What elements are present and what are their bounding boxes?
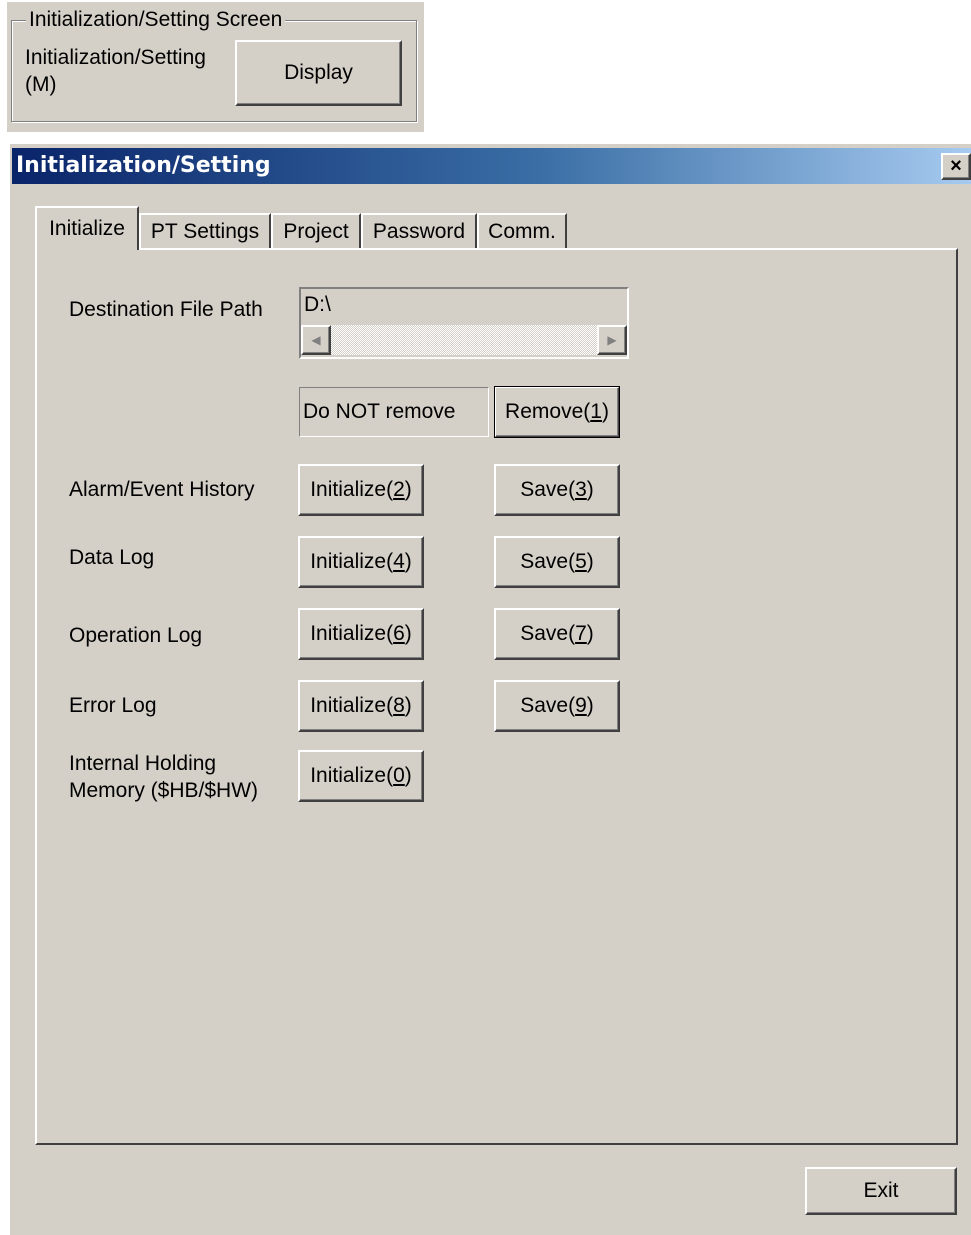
button-end: ) [404, 694, 412, 717]
tab-comm[interactable]: Comm. [477, 213, 567, 248]
save-data-log-button[interactable]: Save(5) [494, 536, 620, 588]
arrow-right-icon: ▶ [607, 333, 617, 347]
close-button[interactable]: × [941, 153, 971, 180]
tab-password[interactable]: Password [361, 213, 477, 248]
remove-button[interactable]: Remove(1) [494, 386, 620, 438]
button-end: ) [404, 550, 412, 573]
destination-file-path-label: Destination File Path [69, 298, 263, 321]
dialog-title: Initialization/Setting [16, 153, 271, 178]
button-end: ) [404, 764, 412, 787]
error-log-label: Error Log [69, 694, 157, 717]
scroll-right-button[interactable]: ▶ [597, 325, 627, 355]
operation-log-label: Operation Log [69, 624, 203, 647]
button-end: ) [586, 478, 594, 501]
remove-button-key: 1 [590, 400, 602, 423]
button-key: 0 [393, 764, 405, 787]
initialize-data-log-button[interactable]: Initialize(4) [298, 536, 424, 588]
button-key: 5 [575, 550, 587, 573]
button-end: ) [586, 622, 594, 645]
remove-button-label: Remove( [505, 400, 591, 423]
button-key: 7 [575, 622, 587, 645]
internal-holding-label-2: Memory ($HB/$HW) [69, 779, 259, 802]
group-title: Initialization/Setting Screen [26, 8, 286, 32]
button-end: ) [404, 622, 412, 645]
internal-holding-label: Internal Holding [69, 752, 217, 775]
button-label: Initialize( [310, 764, 394, 787]
button-label: Initialize( [310, 478, 394, 501]
button-key: 8 [393, 694, 405, 717]
data-log-label: Data Log [69, 546, 155, 569]
tab-project[interactable]: Project [271, 213, 361, 248]
tab-initialize-label: Initialize [49, 217, 125, 240]
tab-initialize[interactable]: Initialize [35, 206, 139, 250]
exit-button[interactable]: Exit [805, 1167, 957, 1215]
button-key: 4 [393, 550, 405, 573]
tab-project-label: Project [283, 219, 349, 243]
button-label: Save( [520, 550, 576, 573]
tab-pt-settings-label: PT Settings [150, 219, 260, 243]
tab-password-label: Password [372, 219, 466, 243]
remove-button-end: ) [601, 400, 609, 423]
tab-comm-label: Comm. [488, 219, 556, 243]
button-end: ) [586, 550, 594, 573]
init-setting-label-m: (M) [25, 73, 57, 96]
button-key: 9 [575, 694, 587, 717]
save-operation-log-button[interactable]: Save(7) [494, 608, 620, 660]
display-button[interactable]: Display [235, 40, 402, 106]
close-icon: × [950, 155, 962, 177]
button-label: Initialize( [310, 622, 394, 645]
button-key: 2 [393, 478, 405, 501]
scroll-left-button[interactable]: ◀ [301, 325, 331, 355]
button-key: 3 [575, 478, 587, 501]
initialize-error-log-button[interactable]: Initialize(8) [298, 680, 424, 732]
alarm-event-history-label: Alarm/Event History [69, 478, 255, 501]
initialize-operation-log-button[interactable]: Initialize(6) [298, 608, 424, 660]
button-label: Initialize( [310, 694, 394, 717]
button-label: Initialize( [310, 550, 394, 573]
button-key: 6 [393, 622, 405, 645]
button-end: ) [404, 478, 412, 501]
tab-pt-settings[interactable]: PT Settings [139, 213, 271, 248]
horizontal-scrollbar[interactable] [301, 325, 627, 355]
destination-path-value: D:\ [304, 293, 331, 316]
initialize-holding-memory-button[interactable]: Initialize(0) [298, 750, 424, 802]
button-label: Save( [520, 478, 576, 501]
arrow-left-icon: ◀ [311, 333, 321, 347]
save-alarm-button[interactable]: Save(3) [494, 464, 620, 516]
button-label: Save( [520, 622, 576, 645]
initialize-alarm-button[interactable]: Initialize(2) [298, 464, 424, 516]
remove-status: Do NOT remove [299, 387, 489, 437]
button-end: ) [586, 694, 594, 717]
button-label: Save( [520, 694, 576, 717]
save-error-log-button[interactable]: Save(9) [494, 680, 620, 732]
init-setting-label: Initialization/Setting [25, 46, 206, 69]
